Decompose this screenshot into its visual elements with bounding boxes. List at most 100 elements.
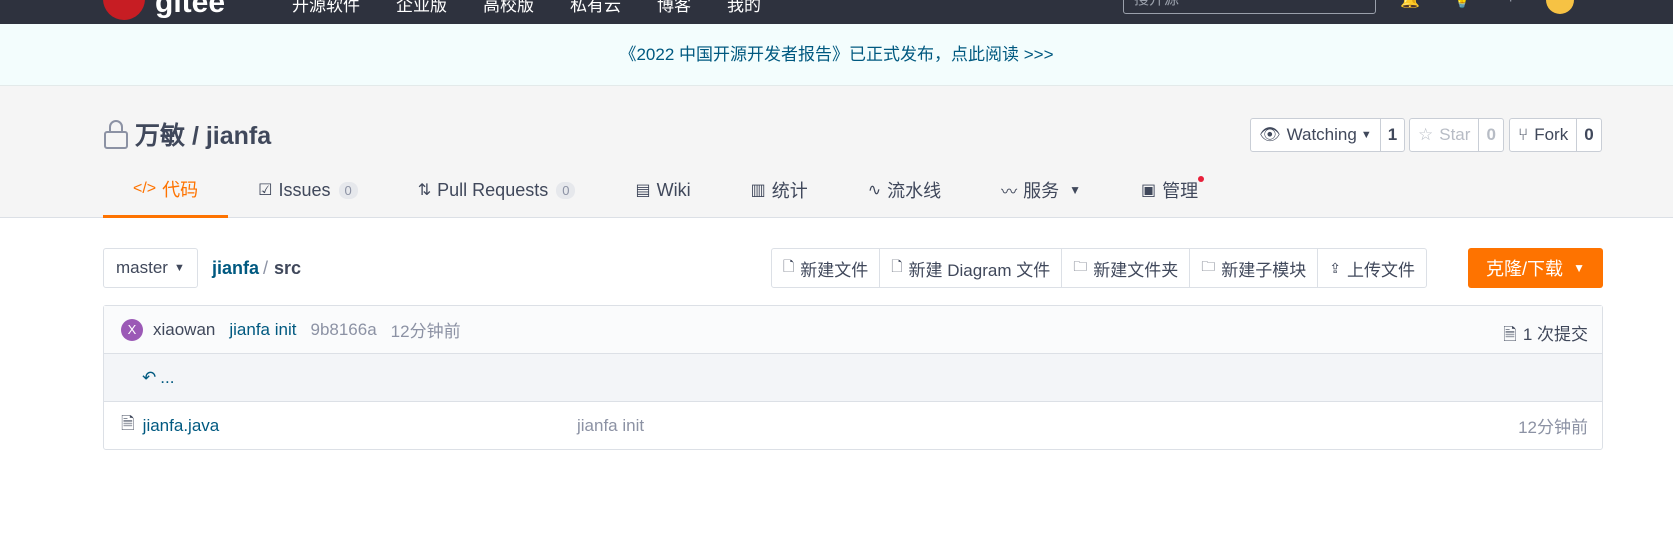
tab-label: Issues (278, 179, 331, 200)
parent-directory-row[interactable]: ↶ ... (104, 354, 1602, 402)
nav-link-opensource[interactable]: 开源软件 (292, 0, 360, 16)
diagram-file-icon: 🗋 (891, 258, 903, 274)
clone-download-button[interactable]: 克隆/下载 ▼ (1468, 248, 1603, 288)
caret-down-icon: ▼ (173, 262, 185, 274)
tab-label: Wiki (656, 179, 691, 200)
tab-count-badge: 0 (556, 181, 576, 199)
fork-icon: ⑂ (1518, 125, 1529, 144)
tab-count-badge: 0 (338, 181, 358, 199)
tab-stats[interactable]: ▥ 统计 (721, 162, 838, 218)
breadcrumb: jianfa / src (212, 258, 301, 279)
tab-label: Pull Requests (437, 179, 549, 200)
breadcrumb-current: src (274, 258, 302, 278)
pull-request-icon: ⇅ (417, 182, 432, 199)
nav-link-education[interactable]: 高校版 (483, 0, 534, 16)
watch-button[interactable]: 👁 Watching ▼ 1 (1250, 118, 1406, 152)
fork-label: Fork (1534, 125, 1569, 144)
nav-link-enterprise[interactable]: 企业版 (396, 0, 447, 16)
search-input[interactable]: 搜开源 (1123, 0, 1376, 14)
commit-author[interactable]: xiaowan (153, 320, 215, 340)
button-label: 新建文件夹 (1093, 260, 1179, 280)
nav-links: 开源软件 企业版 高校版 私有云 博客 我的 (292, 0, 797, 16)
new-folder-button[interactable]: 🗀 新建文件夹 (1062, 249, 1191, 287)
project-header: 万敏 / jianfa 👁 Watching ▼ 1 ☆ Star 0 ⑂ Fork 0… (0, 86, 1673, 218)
star-count[interactable]: 0 (1479, 119, 1502, 151)
banner-text[interactable]: 《2022 中国开源开发者报告》已正式发布，点此阅读 >>> (619, 45, 1053, 64)
service-icon: 〰 (1001, 184, 1018, 201)
star-button[interactable]: ☆ Star 0 (1409, 118, 1504, 152)
nav-link-private-cloud[interactable]: 私有云 (570, 0, 621, 16)
tab-pull-requests[interactable]: ⇅ Pull Requests 0 (388, 162, 606, 218)
commit-time: 12分钟前 (390, 322, 461, 341)
file-actions: 🗋 新建文件 🗋 新建 Diagram 文件 🗀 新建文件夹 🗀 新建子模块 ⇪ 上传文件 (771, 248, 1427, 288)
commit-count-label: 1 次提交 (1522, 325, 1588, 344)
watch-label: Watching (1286, 125, 1357, 144)
tab-label: 管理 (1162, 181, 1199, 201)
star-label: Star (1439, 125, 1471, 144)
branch-name: master (116, 258, 168, 277)
tab-label: 统计 (771, 181, 808, 201)
stats-icon: ▥ (750, 182, 766, 199)
logo-text[interactable]: gitee (155, 0, 225, 20)
fork-button[interactable]: ⑂ Fork 0 (1509, 118, 1602, 152)
wiki-icon: ▤ (635, 182, 651, 199)
table-row: 🗎 jianfa.java jianfa init 12分钟前 (104, 402, 1602, 449)
breadcrumb-repo[interactable]: jianfa (212, 258, 259, 278)
caret-down-icon: ▼ (1573, 261, 1585, 275)
tab-wiki[interactable]: ▤ Wiki (605, 162, 720, 218)
folder-plus-icon: 🗀 (1073, 258, 1088, 274)
notification-dot (1198, 176, 1205, 182)
repo-tabs: </> 代码 ☑ Issues 0 ⇅ Pull Requests 0 ▤ Wiki ▥ 统计… (103, 162, 1228, 218)
code-icon: </> (133, 179, 157, 197)
file-commit-message[interactable]: jianfa init (577, 416, 644, 436)
nav-link-mine[interactable]: 我的 (727, 0, 761, 16)
button-label: 新建文件 (800, 260, 869, 280)
tab-code[interactable]: </> 代码 (103, 162, 229, 218)
manage-icon: ▣ (1141, 182, 1157, 199)
new-diagram-button[interactable]: 🗋 新建 Diagram 文件 (880, 249, 1063, 287)
reply-arrow-icon: ↶ (142, 367, 157, 387)
tab-label: 服务 (1023, 181, 1060, 201)
top-navbar: gitee 开源软件 企业版 高校版 私有云 博客 我的 搜开源 🔔 💡 + (0, 0, 1673, 24)
project-title: 万敏 / jianfa (103, 116, 271, 152)
plus-icon[interactable]: + (1506, 0, 1515, 8)
file-commit-time: 12分钟前 (1518, 418, 1588, 437)
lock-icon (104, 120, 128, 149)
branch-select[interactable]: master ▼ (103, 248, 198, 288)
upload-icon: ⇪ (1329, 259, 1341, 276)
tab-pipeline[interactable]: ∿ 流水线 (838, 162, 971, 218)
commit-message[interactable]: jianfa init (229, 320, 296, 340)
tab-label: 流水线 (887, 181, 942, 201)
commit-hash[interactable]: 9b8166a (310, 320, 376, 340)
upload-file-button[interactable]: ⇪ 上传文件 (1318, 249, 1426, 287)
nav-link-blog[interactable]: 博客 (657, 0, 691, 16)
file-plus-icon: 🗋 (783, 258, 795, 274)
file-icon: 🗎 (121, 414, 135, 433)
avatar[interactable]: X (121, 318, 143, 341)
user-avatar[interactable] (1546, 0, 1574, 14)
issues-icon: ☑ (258, 182, 273, 199)
tab-service[interactable]: 〰服务 ▼ (971, 162, 1111, 218)
commit-list-icon: 🗎 (1503, 325, 1517, 344)
new-file-button[interactable]: 🗋 新建文件 (772, 249, 881, 287)
file-name[interactable]: jianfa.java (143, 416, 220, 436)
breadcrumb-separator: / (263, 258, 269, 278)
fork-count[interactable]: 0 (1577, 119, 1600, 151)
announcement-banner[interactable]: 《2022 中国开源开发者报告》已正式发布，点此阅读 >>> (0, 24, 1673, 86)
pipeline-icon: ∿ (867, 182, 882, 199)
bell-icon[interactable]: 🔔 (1400, 0, 1420, 10)
caret-down-icon: ▼ (1360, 129, 1372, 141)
gitee-logo-icon[interactable] (103, 0, 145, 20)
bulb-icon[interactable]: 💡 (1452, 0, 1472, 10)
caret-down-icon: ▼ (1069, 183, 1082, 197)
tab-label: 代码 (162, 179, 199, 200)
commit-count[interactable]: 🗎 1 次提交 (1503, 320, 1588, 351)
new-submodule-button[interactable]: 🗀 新建子模块 (1190, 249, 1319, 287)
submodule-icon: 🗀 (1201, 258, 1216, 274)
tab-issues[interactable]: ☑ Issues 0 (228, 162, 388, 218)
button-label: 上传文件 (1346, 260, 1415, 280)
project-name[interactable]: 万敏 / jianfa (135, 116, 271, 152)
eye-icon: 👁 (1259, 125, 1281, 144)
tab-manage[interactable]: ▣ 管理 (1111, 162, 1228, 218)
watch-count[interactable]: 1 (1381, 119, 1404, 151)
